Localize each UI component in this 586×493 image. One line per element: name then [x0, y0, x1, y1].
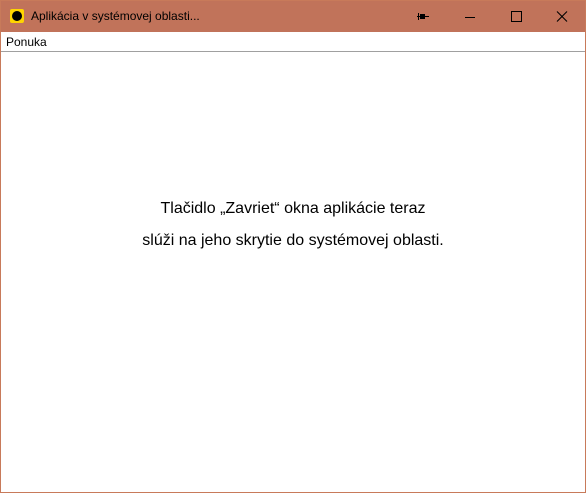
menu-bar: Ponuka	[1, 32, 585, 52]
menu-item-ponuka[interactable]: Ponuka	[6, 35, 47, 49]
info-message: Tlačidlo „Zavriet“ okna aplikácie teraz …	[0, 193, 586, 257]
close-button[interactable]	[539, 1, 585, 32]
app-icon[interactable]	[10, 9, 24, 23]
maximize-button[interactable]	[493, 1, 539, 32]
pin-icon	[417, 13, 429, 20]
pin-button[interactable]	[400, 1, 446, 32]
message-line-1: Tlačidlo „Zavriet“ okna aplikácie teraz	[160, 200, 426, 217]
close-icon	[556, 11, 568, 22]
message-line-2: slúži na jeho skrytie do systémovej obla…	[142, 232, 444, 249]
minimize-icon	[465, 17, 475, 18]
window-title: Aplikácia v systémovej oblasti...	[31, 9, 200, 23]
client-area	[1, 52, 585, 492]
maximize-icon	[511, 11, 522, 22]
minimize-button[interactable]	[447, 1, 493, 32]
title-bar[interactable]: Aplikácia v systémovej oblasti...	[1, 1, 585, 32]
